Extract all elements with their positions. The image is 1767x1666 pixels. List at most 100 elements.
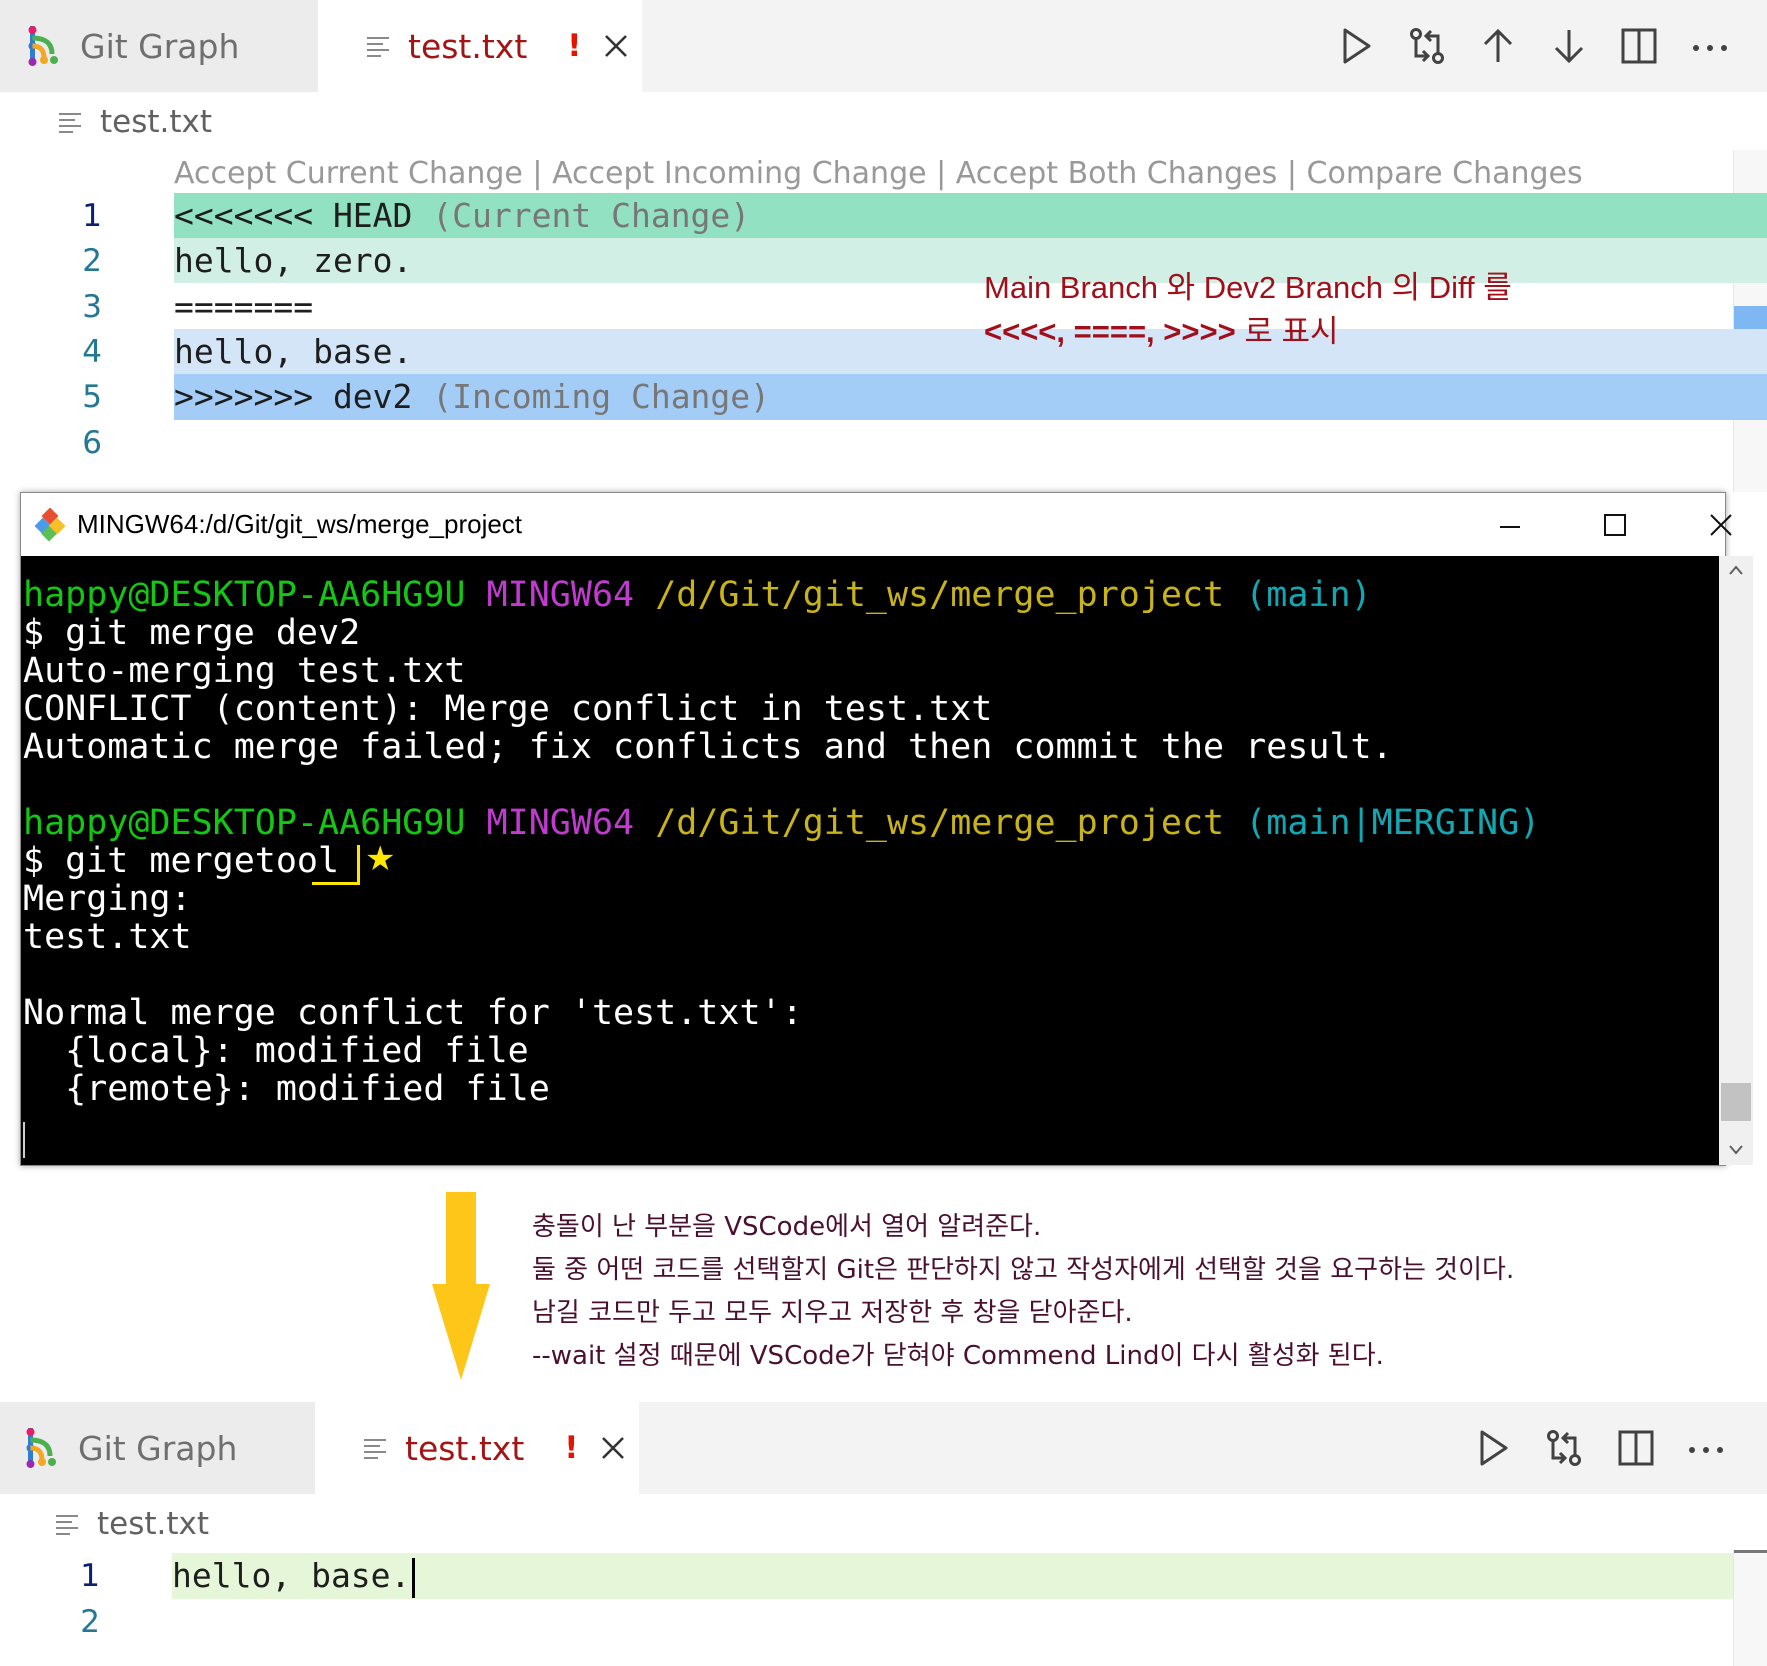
split-editor-icon[interactable] [1619, 26, 1659, 66]
chevron-down-icon[interactable] [1728, 1144, 1744, 1156]
prompt-path: /d/Git/git_ws/merge_project [655, 803, 1225, 843]
highlight-bracket [357, 845, 360, 885]
code-line[interactable]: hello, base. [172, 1553, 1734, 1599]
codelens-separator: | [936, 156, 947, 191]
code-line[interactable]: >>>>>>> dev2 (Incoming Change) [174, 374, 1734, 420]
prompt-user: happy@DESKTOP-AA6HG9U [23, 575, 466, 615]
diff-markers: <<<<, ====, >>>> [984, 314, 1236, 349]
diff-annotation-line2: <<<<, ====, >>>> 로 표시 [984, 310, 1512, 354]
code-text: hello, base. [174, 332, 413, 371]
bottom-tab-bar: Git Graph test.txt ! [0, 1402, 1767, 1494]
line-number: 5 [82, 379, 102, 415]
close-icon[interactable] [600, 1435, 626, 1461]
line-number: 1 [82, 198, 102, 234]
accept-both-changes-link[interactable]: Accept Both Changes [956, 156, 1278, 191]
tab-git-graph-label: Git Graph [80, 26, 240, 66]
text-cursor [412, 1557, 416, 1598]
tab-file-label: test.txt [405, 1428, 525, 1468]
minimize-button[interactable] [1458, 493, 1562, 556]
output-line: test.txt [23, 917, 192, 957]
file-lines-icon [364, 1439, 386, 1459]
git-graph-icon [28, 26, 58, 66]
tab-test-txt[interactable]: test.txt ! [315, 1402, 639, 1494]
line-number: 4 [82, 334, 102, 370]
conflict-warning-badge: ! [567, 28, 582, 64]
compare-changes-icon[interactable] [1544, 1428, 1584, 1468]
bottom-editor-scrollbar[interactable] [1733, 1550, 1767, 1666]
tab-git-graph[interactable]: Git Graph [0, 0, 318, 92]
minimize-icon [1500, 525, 1520, 528]
terminal-title-bar[interactable]: MINGW64:/d/Git/git_ws/merge_project [21, 493, 1732, 556]
close-icon[interactable] [603, 33, 629, 59]
explanation-line: 둘 중 어떤 코드를 선택할지 Git은 판단하지 않고 작성자에게 선택할 것… [532, 1255, 1515, 1285]
run-icon[interactable] [1473, 1428, 1513, 1468]
code-line[interactable]: <<<<<<< HEAD (Current Change) [174, 193, 1734, 239]
terminal-scrollbar[interactable] [1719, 556, 1753, 1165]
line-number: 1 [80, 1558, 100, 1594]
diff-annotation: Main Branch 와 Dev2 Branch 의 Diff 를 <<<<,… [984, 266, 1512, 354]
merge-codelens: Accept Current Change | Accept Incoming … [174, 156, 1583, 191]
line-number: 2 [82, 243, 102, 279]
run-icon[interactable] [1336, 26, 1376, 66]
code-text: ======= [174, 287, 314, 326]
prompt-path: /d/Git/git_ws/merge_project [655, 575, 1225, 615]
prompt-shell: MINGW64 [486, 803, 635, 843]
command-line: $ git merge dev2 [23, 613, 361, 653]
code-hint: (Current Change) [432, 196, 751, 235]
tab-git-graph-label: Git Graph [78, 1428, 238, 1468]
star-icon: ★ [365, 839, 396, 879]
compare-changes-icon[interactable] [1407, 26, 1447, 66]
file-lines-icon [59, 113, 81, 133]
file-lines-icon [367, 37, 389, 57]
breadcrumb-file: test.txt [97, 1506, 210, 1542]
prompt-shell: MINGW64 [486, 575, 635, 615]
close-icon [1710, 513, 1732, 536]
split-editor-icon[interactable] [1616, 1428, 1656, 1468]
codelens-separator: | [1286, 156, 1297, 191]
maximize-button[interactable] [1563, 493, 1667, 556]
tab-test-txt[interactable]: test.txt ! [318, 0, 642, 92]
tab-file-label: test.txt [408, 26, 528, 66]
file-lines-icon [56, 1515, 78, 1535]
output-line: {local}: modified file [23, 1031, 529, 1071]
more-actions-icon[interactable] [1686, 1428, 1726, 1468]
terminal-scroll-thumb[interactable] [1721, 1083, 1751, 1121]
output-line: CONFLICT (content): Merge conflict in te… [23, 689, 993, 729]
accept-current-change-link[interactable]: Accept Current Change [174, 156, 523, 191]
prompt-branch: (main|MERGING) [1245, 803, 1541, 843]
output-line: {remote}: modified file [23, 1069, 550, 1109]
terminal-output[interactable]: happy@DESKTOP-AA6HG9U MINGW64 /d/Git/git… [21, 556, 1719, 1165]
line-number: 3 [82, 289, 102, 325]
breadcrumb[interactable]: test.txt [58, 104, 212, 140]
accept-incoming-change-link[interactable]: Accept Incoming Change [552, 156, 927, 191]
terminal-title: MINGW64:/d/Git/git_ws/merge_project [77, 509, 523, 539]
output-line: Automatic merge failed; fix conflicts an… [23, 727, 1393, 767]
code-text: hello, base. [172, 1556, 411, 1595]
git-graph-icon [26, 1428, 56, 1468]
code-text: >>>>>>> dev2 [174, 377, 433, 416]
window-close-button[interactable] [1669, 493, 1767, 556]
explanation-line: 충돌이 난 부분을 VSCode에서 열어 알려준다. [532, 1212, 1042, 1242]
arrow-up-icon[interactable] [1478, 26, 1518, 66]
prompt-branch: (main) [1245, 575, 1372, 615]
more-actions-icon[interactable] [1690, 26, 1730, 66]
highlight-underline [312, 882, 357, 885]
down-arrow-icon [432, 1192, 490, 1380]
explanation-line: --wait 설정 때문에 VSCode가 닫혀야 Commend Lind이 … [532, 1341, 1384, 1371]
code-hint: (Incoming Change) [432, 377, 771, 416]
compare-changes-link[interactable]: Compare Changes [1307, 156, 1583, 191]
scroll-position-mark [1734, 1550, 1767, 1553]
explanation-line: 남길 코드만 두고 모두 지우고 저장한 후 창을 닫아준다. [532, 1298, 1133, 1328]
output-line: Normal merge conflict for 'test.txt': [23, 993, 803, 1033]
prompt-user: happy@DESKTOP-AA6HG9U [23, 803, 466, 843]
breadcrumb[interactable]: test.txt [55, 1506, 209, 1542]
top-tab-bar: Git Graph test.txt ! [0, 0, 1767, 92]
code-text: hello, zero. [174, 241, 413, 280]
terminal-cursor [23, 1122, 25, 1158]
arrow-down-icon[interactable] [1549, 26, 1589, 66]
git-bash-icon [35, 507, 66, 541]
breadcrumb-file: test.txt [100, 104, 213, 140]
chevron-up-icon[interactable] [1728, 564, 1744, 576]
conflict-warning-badge: ! [564, 1430, 579, 1466]
tab-git-graph[interactable]: Git Graph [0, 1402, 315, 1494]
